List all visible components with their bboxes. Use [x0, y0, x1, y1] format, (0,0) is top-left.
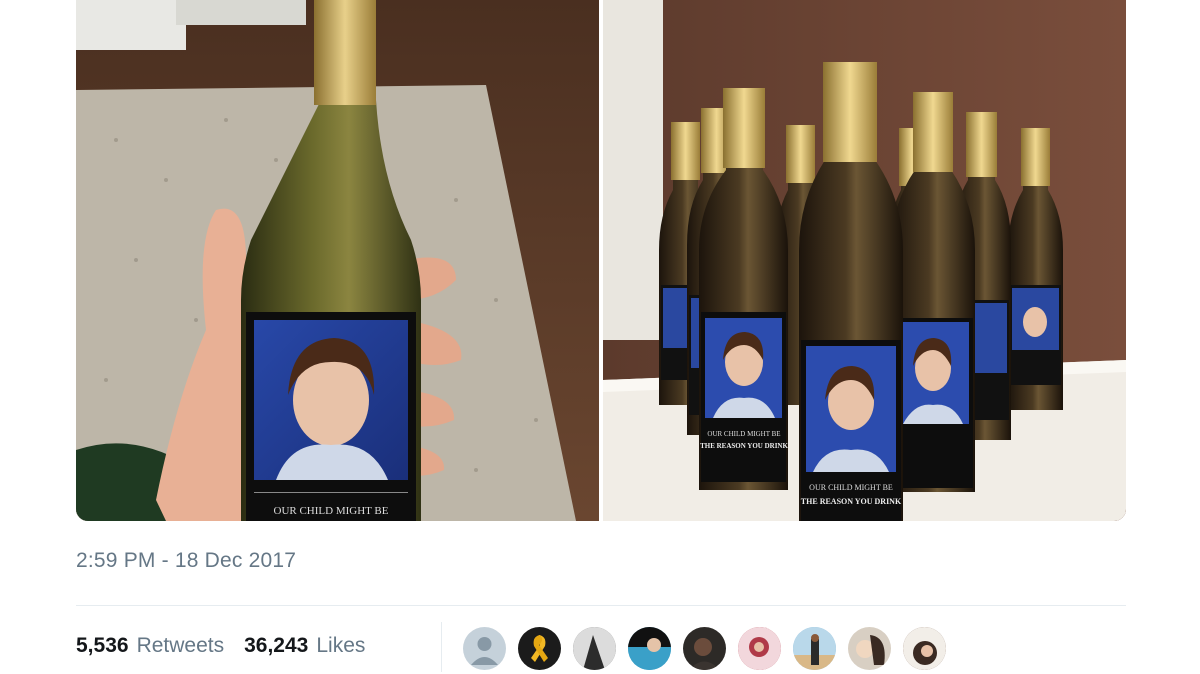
liker-avatars [463, 627, 958, 670]
avatar-8[interactable] [848, 627, 891, 670]
default-user-icon [471, 637, 498, 665]
photo-avatar-icon [856, 635, 885, 665]
photo-avatar-icon [689, 638, 720, 670]
photo-avatar-icon [573, 627, 616, 670]
retweets-count: 5,536 [76, 634, 129, 657]
divider [76, 605, 1126, 606]
media-photo-2[interactable]: OUR CHILD MIGHT BE THE REASON YOU DRINK [603, 0, 1126, 521]
avatar-5[interactable] [683, 627, 726, 670]
likes-count: 36,243 [244, 634, 309, 657]
avatar-3[interactable] [573, 627, 616, 670]
svg-text:THE REASON YOU DRINK: THE REASON YOU DRINK [700, 442, 788, 450]
avatar-6[interactable] [738, 627, 781, 670]
avatar-4[interactable] [628, 627, 671, 670]
yellow-ribbon-avatar[interactable] [518, 627, 561, 670]
avatar-9[interactable] [903, 627, 946, 670]
svg-text:OUR CHILD MIGHT BE: OUR CHILD MIGHT BE [809, 483, 893, 492]
photo-avatar-icon [738, 627, 781, 670]
avatar-7[interactable] [793, 627, 836, 670]
photo-bottle-in-hand: OUR CHILD MIGHT BE [76, 0, 599, 521]
photo-avatar-icon [793, 627, 836, 670]
tweet-timestamp[interactable]: 2:59 PM - 18 Dec 2017 [76, 549, 296, 573]
yellow-ribbon-icon [531, 635, 548, 662]
photo-avatar-icon [628, 627, 671, 670]
default-avatar[interactable] [463, 627, 506, 670]
photo-wine-bottles-group: OUR CHILD MIGHT BE THE REASON YOU DRINK [603, 0, 1126, 521]
svg-text:OUR CHILD MIGHT BE: OUR CHILD MIGHT BE [274, 505, 389, 517]
svg-text:OUR CHILD MIGHT BE: OUR CHILD MIGHT BE [707, 430, 780, 438]
photo-avatar-icon [903, 627, 946, 670]
media-photo-1[interactable]: OUR CHILD MIGHT BE [76, 0, 599, 521]
retweets-label: Retweets [136, 634, 225, 657]
tweet-media: OUR CHILD MIGHT BE OUR CHILD MIGHT BE TH… [76, 0, 1126, 521]
tweet-stats: 5,536 Retweets 36,243 Likes [76, 634, 365, 658]
stats-separator [441, 622, 442, 672]
likes-stat[interactable]: 36,243 Likes [244, 634, 365, 658]
svg-text:THE REASON YOU DRINK: THE REASON YOU DRINK [801, 497, 902, 506]
retweets-stat[interactable]: 5,536 Retweets [76, 634, 224, 658]
likes-label: Likes [316, 634, 366, 657]
